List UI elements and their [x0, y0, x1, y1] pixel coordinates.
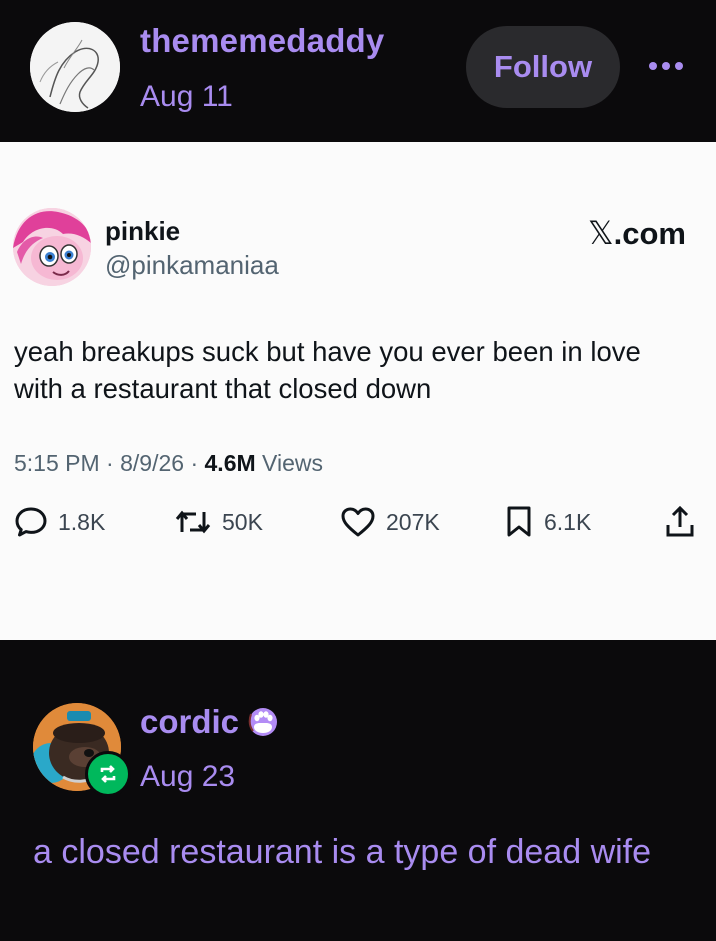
- share-stat: [664, 502, 696, 542]
- tweet-date: 8/9/26: [120, 450, 185, 476]
- tweet-display-name: pinkie: [105, 216, 181, 246]
- reblog-icon: [100, 765, 116, 783]
- more-dots-icon: [649, 62, 683, 70]
- reply-stat: 1.8K: [14, 502, 105, 542]
- reblog-badge: [85, 751, 131, 797]
- author-avatar[interactable]: [30, 22, 120, 112]
- like-count: 207K: [386, 508, 440, 535]
- tweet-action-bar: 1.8K 50K 207K 6.1K: [14, 502, 704, 542]
- like-stat: 207K: [340, 502, 440, 542]
- like-heart-icon: [341, 507, 375, 537]
- meta-separator: ·: [190, 450, 199, 476]
- tweet-meta: 5:15 PM · 8/9/26 · 4.6M Views: [14, 450, 323, 477]
- more-options-button[interactable]: [644, 46, 688, 86]
- reply-icon: [15, 507, 47, 537]
- follow-button[interactable]: Follow: [466, 26, 620, 108]
- reblog-date[interactable]: Aug 23: [140, 760, 235, 794]
- tweet-avatar: [13, 208, 91, 286]
- paw-badge-icon: [248, 708, 278, 736]
- author-username[interactable]: thememedaddy: [140, 22, 384, 60]
- tweet-views-count: 4.6M: [204, 450, 256, 476]
- tweet-text: yeah breakups suck but have you ever bee…: [14, 336, 641, 404]
- post-header: thememedaddy Aug 11 Follow: [0, 0, 716, 142]
- reblogger-username[interactable]: cordic: [140, 703, 279, 741]
- tweet-handle: @pinkamaniaa: [105, 250, 279, 280]
- retweet-stat: 50K: [174, 502, 263, 542]
- post-date[interactable]: Aug 11: [140, 80, 233, 114]
- tweet-source-text: .com: [613, 216, 686, 251]
- x-logo-icon: 𝕏: [587, 214, 614, 252]
- reply-count: 1.8K: [58, 508, 106, 535]
- retweet-icon: [175, 510, 211, 534]
- share-icon: [666, 505, 694, 537]
- reblog-text: a closed restaurant is a type of dead wi…: [33, 833, 652, 871]
- tweet-source-link: 𝕏.com: [588, 214, 686, 252]
- bookmark-count: 6.1K: [544, 508, 592, 535]
- retweet-count: 50K: [222, 508, 263, 535]
- meta-separator: ·: [106, 450, 114, 476]
- tweet-time: 5:15 PM: [14, 450, 100, 476]
- tweet-views-label: Views: [262, 450, 323, 476]
- bookmark-stat: 6.1K: [504, 502, 591, 542]
- bookmark-icon: [507, 506, 531, 537]
- reblogger-name[interactable]: cordic: [140, 703, 239, 741]
